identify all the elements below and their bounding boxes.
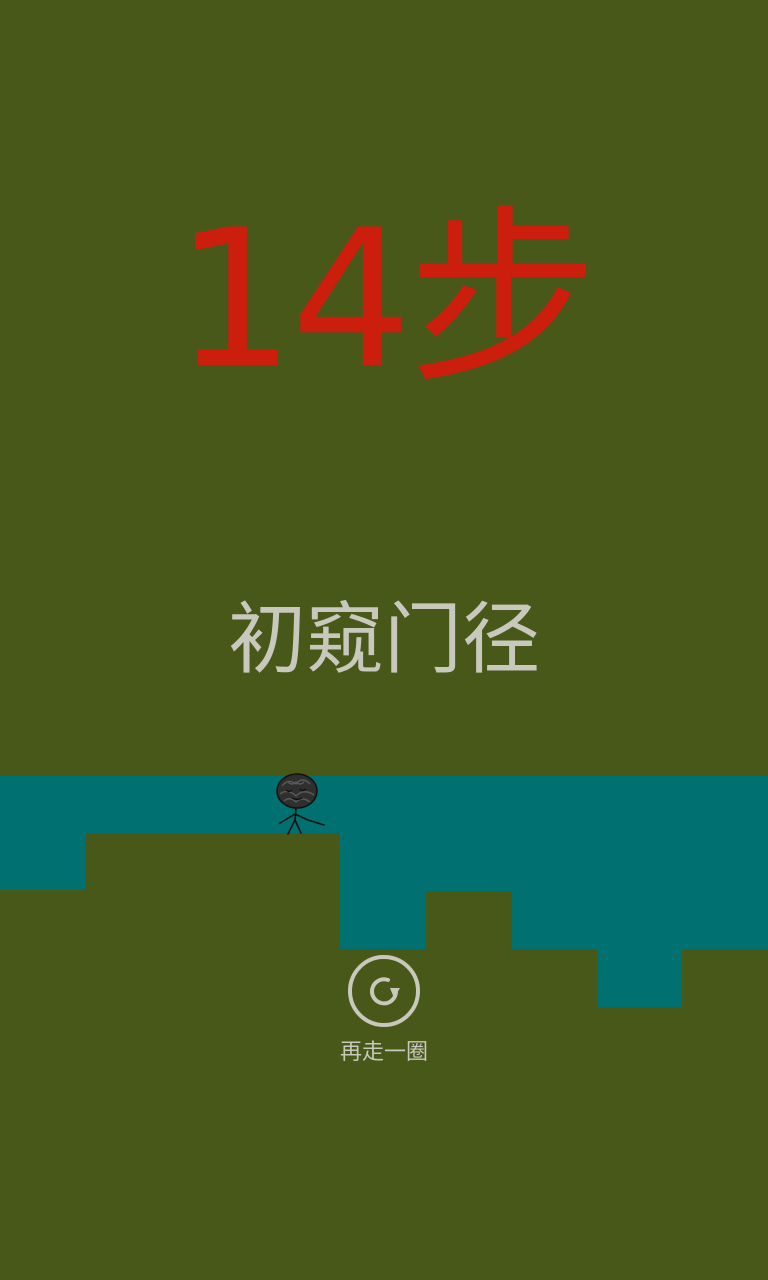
stick-figure-character [276, 773, 325, 835]
restart-label[interactable]: 再走一圈 [0, 1038, 768, 1068]
water-segment [682, 776, 768, 949]
character-body [279, 807, 325, 835]
character-head [276, 773, 318, 809]
water-segment [340, 776, 426, 949]
water-segment [512, 776, 598, 949]
water-segment [598, 776, 682, 1007]
restart-icon [370, 977, 400, 1006]
step-count: 14步 [174, 189, 598, 410]
restart-button[interactable] [347, 954, 421, 1028]
rank-title: 初窥门径 [227, 595, 540, 685]
water-segment [426, 776, 512, 891]
water-segment [0, 776, 86, 890]
